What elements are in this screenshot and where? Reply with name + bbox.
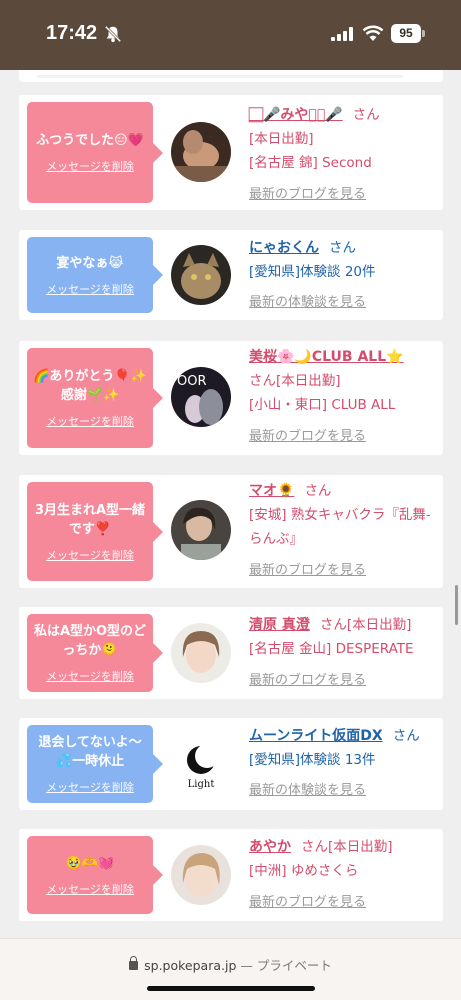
bell-muted-icon	[104, 25, 122, 43]
delete-message-link[interactable]: メッセージを削除	[46, 413, 134, 429]
message-text: ふつうでした😑💗	[36, 133, 144, 148]
scroll-indicator[interactable]	[455, 585, 458, 625]
message-card: 退会してないよ〜💦一時休止 メッセージを削除 Light ムーンライト仮面DX さ…	[19, 718, 443, 810]
battery-icon: 95	[391, 24, 421, 43]
user-name-link[interactable]: マオ🌻	[249, 483, 294, 499]
status-bar: 17:42 95	[0, 0, 461, 70]
lock-icon	[129, 956, 139, 970]
private-label: — プライベート	[240, 958, 332, 973]
blog-link[interactable]: 最新のブログを見る	[249, 187, 366, 202]
user-info: 清原 真澄 さん[本日出勤] [名古屋 金山] DESPERATE 最新のブログを…	[249, 613, 437, 693]
user-info: 🏻‍🎤みやび🏻‍🎤 さん [本日出勤] [名古屋 錦] Second 最新のブログ…	[249, 103, 437, 207]
honorific: さん	[301, 839, 328, 855]
message-card: ふつうでした😑💗 メッセージを削除 🏻‍🎤みやび🏻‍🎤 さん [本日出勤] [名古…	[19, 95, 443, 210]
avatar[interactable]	[171, 500, 231, 560]
delete-message-link[interactable]: メッセージを削除	[46, 668, 134, 684]
message-card: 🌈ありがとう🎈✨感謝🌱✨ メッセージを削除 OOR 美桜🌸🌙CLUB ALL⭐️…	[19, 341, 443, 455]
user-shop: [名古屋 金山] DESPERATE	[249, 641, 414, 657]
user-info: ムーンライト仮面DX さん [愛知県]体験談 13件 最新の体験談を見る	[249, 724, 437, 803]
message-text: 宴やなぁ😹	[56, 255, 124, 271]
domain: sp.pokepara.jp	[144, 958, 237, 973]
message-text: 退会してないよ〜💦一時休止	[38, 735, 142, 769]
delete-message-link[interactable]: メッセージを削除	[46, 158, 134, 174]
user-info: 美桜🌸🌙CLUB ALL⭐️ さん[本日出勤] [小山・東口] CLUB ALL…	[249, 345, 437, 449]
user-name-link[interactable]: 美桜🌸🌙CLUB ALL⭐️	[249, 349, 404, 365]
message-bubble: 私はA型かO型のどっちか🫠 メッセージを削除	[27, 614, 163, 692]
user-name-link[interactable]: 🏻‍🎤みやび🏻‍🎤	[249, 107, 343, 123]
message-bubble: 宴やなぁ😹 メッセージを削除	[27, 237, 163, 313]
previous-card-remnant	[19, 70, 443, 82]
user-name-link[interactable]: 清原 真澄	[249, 617, 310, 633]
message-text: 🥹🫶💓	[65, 855, 115, 871]
message-card: 3月生まれA型一緒です❣️ メッセージを削除 マオ🌻 さん [安城] 熟女キャバク…	[19, 475, 443, 588]
user-status: [本日出勤]	[328, 839, 393, 855]
address-text[interactable]: sp.pokepara.jp — プライベート	[0, 955, 461, 974]
user-shop: [安城] 熟女キャバクラ『乱舞-らんぶ』	[249, 507, 431, 547]
blog-link[interactable]: 最新のブログを見る	[249, 563, 366, 578]
home-indicator[interactable]	[147, 986, 315, 991]
honorific: さん	[392, 728, 420, 744]
avatar-text: Light	[188, 779, 215, 790]
user-shop: [名古屋 錦] Second	[249, 155, 372, 171]
wifi-icon	[362, 25, 384, 41]
blog-link[interactable]: 最新のブログを見る	[249, 895, 366, 910]
review-link[interactable]: 最新の体験談を見る	[249, 295, 366, 310]
user-shop: [中洲] ゆめさくら	[249, 863, 359, 879]
delete-message-link[interactable]: メッセージを削除	[46, 881, 134, 897]
message-text: 私はA型かO型のどっちか🫠	[33, 624, 147, 658]
review-count: [愛知県]体験談 13件	[249, 752, 376, 768]
status-time: 17:42	[46, 22, 98, 44]
blog-link[interactable]: 最新のブログを見る	[249, 673, 366, 688]
honorific: さん	[329, 240, 356, 256]
user-name-link[interactable]: にゃおくん	[249, 240, 319, 256]
avatar-text: OOR	[177, 374, 207, 389]
avatar[interactable]	[171, 845, 231, 905]
message-bubble: ふつうでした😑💗 メッセージを削除	[27, 102, 163, 203]
honorific: さん	[319, 617, 347, 633]
delete-message-link[interactable]: メッセージを削除	[46, 281, 134, 297]
message-bubble: 🌈ありがとう🎈✨感謝🌱✨ メッセージを削除	[27, 348, 163, 448]
message-bubble: 🥹🫶💓 メッセージを削除	[27, 836, 163, 914]
message-card: 私はA型かO型のどっちか🫠 メッセージを削除 清原 真澄 さん[本日出勤] [名古…	[19, 607, 443, 699]
delete-message-link[interactable]: メッセージを削除	[46, 547, 134, 563]
user-name-link[interactable]: ムーンライト仮面DX	[249, 728, 383, 744]
blog-link[interactable]: 最新のブログを見る	[249, 429, 366, 444]
message-text: 3月生まれA型一緒です❣️	[34, 502, 146, 537]
user-status: [本日出勤]	[276, 373, 341, 389]
review-count: [愛知県]体験談 20件	[249, 264, 376, 280]
user-status: [本日出勤]	[346, 617, 412, 633]
message-card: 宴やなぁ😹 メッセージを削除 にゃおくん さん [愛知県]体験談 20件 最新の体…	[19, 230, 443, 320]
avatar[interactable]: OOR	[171, 367, 231, 427]
cellular-signal-icon	[331, 27, 353, 41]
battery-tip	[422, 30, 425, 37]
user-name-link[interactable]: あやか	[249, 839, 291, 855]
avatar[interactable]	[171, 122, 231, 182]
user-shop: [小山・東口] CLUB ALL	[249, 397, 396, 413]
message-text: 🌈ありがとう🎈✨感謝🌱✨	[33, 369, 147, 403]
user-info: あやか さん[本日出勤] [中洲] ゆめさくら 最新のブログを見る	[249, 835, 437, 915]
avatar[interactable]: Light	[171, 734, 231, 794]
message-bubble: 退会してないよ〜💦一時休止 メッセージを削除	[27, 725, 163, 803]
message-card: 🥹🫶💓 メッセージを削除 あやか さん[本日出勤] [中洲] ゆめさくら 最新のブ…	[19, 829, 443, 921]
honorific: さん	[352, 107, 380, 123]
honorific: さん	[304, 483, 332, 499]
user-info: マオ🌻 さん [安城] 熟女キャバクラ『乱舞-らんぶ』 最新のブログを見る	[249, 479, 437, 583]
delete-message-link[interactable]: メッセージを削除	[46, 779, 134, 795]
user-info: にゃおくん さん [愛知県]体験談 20件 最新の体験談を見る	[249, 236, 437, 315]
review-link[interactable]: 最新の体験談を見る	[249, 783, 366, 798]
user-status: [本日出勤]	[249, 131, 314, 147]
message-bubble: 3月生まれA型一緒です❣️ メッセージを削除	[27, 482, 163, 581]
avatar[interactable]	[171, 623, 231, 683]
browser-address-bar[interactable]: sp.pokepara.jp — プライベート	[0, 938, 461, 1000]
honorific: さん	[249, 373, 276, 389]
avatar[interactable]	[171, 245, 231, 305]
